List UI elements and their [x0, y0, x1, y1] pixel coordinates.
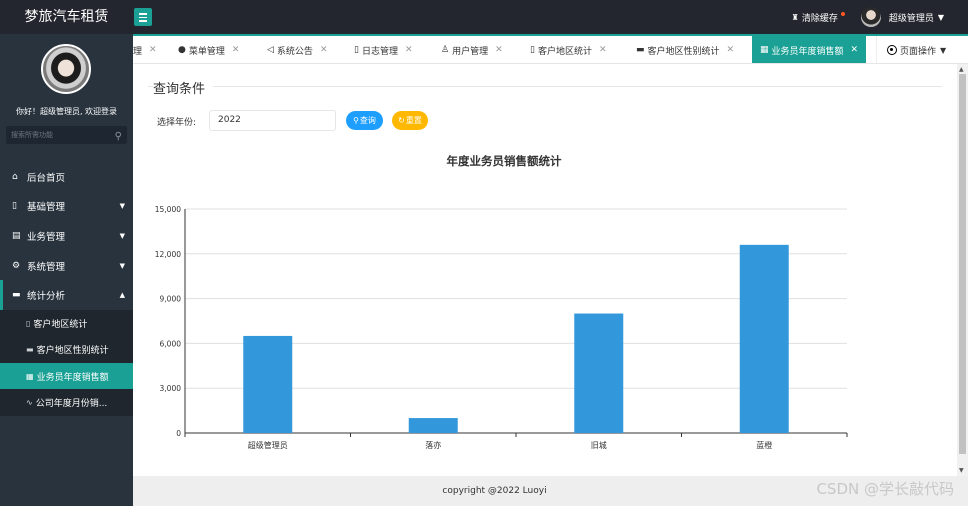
tab-notice[interactable]: ◁ 系统公告 ✕: [267, 36, 328, 63]
file-icon: ▯: [12, 201, 17, 212]
scrollbar[interactable]: ▲ ▼: [957, 64, 968, 476]
pulse-icon: ∿: [26, 398, 33, 408]
chart-x-axis: 超级管理员 落亦 旧城 蓝橙: [184, 433, 848, 450]
avatar[interactable]: [41, 44, 91, 94]
x-tick-label: 超级管理员: [248, 440, 288, 450]
caret-down-icon: ▼: [119, 231, 125, 240]
bar[interactable]: [739, 244, 789, 433]
scroll-down-icon[interactable]: ▼: [959, 467, 964, 474]
reset-button[interactable]: ↻ 重置: [392, 111, 428, 130]
tab-log[interactable]: ▯ 日志管理 ✕: [354, 36, 413, 63]
sidebar-subitem-region-gender[interactable]: ▬ 客户地区性别统计: [0, 336, 133, 363]
close-icon[interactable]: ✕: [232, 45, 240, 55]
keyboard-icon: ▬: [26, 345, 34, 355]
close-icon[interactable]: ✕: [599, 45, 607, 55]
search-icon: ⚲: [114, 131, 122, 142]
doc-icon: ▯: [26, 318, 31, 328]
x-tick-label: 蓝橙: [756, 440, 772, 450]
main-content: 查询条件 选择年份: 2022 ⚲ 查询 ↻ 重置 年度业务员销售额统计 0 3,00…: [133, 64, 957, 476]
caret-up-icon: ▲: [119, 291, 125, 300]
close-icon[interactable]: ✕: [495, 45, 503, 55]
table-icon: ▦: [760, 45, 769, 55]
trash-icon: ♜: [791, 12, 799, 22]
sidebar-subitem-sales[interactable]: ▦ 业务员年度销售额: [0, 362, 133, 390]
speaker-icon: ◁: [267, 45, 274, 55]
caret-down-icon: ▼: [119, 261, 125, 270]
y-tick-label: 9,000: [160, 295, 182, 304]
chart-title: 年度业务员销售额统计: [447, 154, 562, 168]
note-icon: ▯: [354, 45, 359, 55]
close-icon[interactable]: ✕: [405, 45, 413, 55]
welcome-text: 你好！超级管理员, 欢迎登录: [15, 107, 118, 116]
gear-icon: ⚙: [12, 260, 21, 271]
sidebar-item-home[interactable]: ⌂ 后台首页: [0, 162, 133, 192]
caret-down-icon: ▼: [937, 12, 944, 22]
x-tick-label: 旧城: [591, 441, 607, 450]
y-tick-label: 12,000: [155, 250, 181, 259]
doc-icon: ▯: [530, 45, 535, 55]
sidebar-item-business[interactable]: ▤ 业务管理 ▼: [0, 221, 133, 251]
circle-icon: ●: [178, 45, 186, 55]
tab-menu[interactable]: ● 菜单管理 ✕: [178, 36, 240, 63]
statistics-submenu: ▯ 客户地区统计 ▬ 客户地区性别统计 ▦ 业务员年度销售额 ∿ 公司年度月份销…: [0, 309, 133, 416]
notification-dot: [840, 12, 845, 16]
sidebar-subitem-monthly[interactable]: ∿ 公司年度月份销...: [0, 389, 133, 416]
y-tick-label: 15,000: [155, 205, 181, 214]
tab-bar: 理 ✕ ● 菜单管理 ✕ ◁ 系统公告 ✕ ▯ 日志管理 ✕ ♙ 用户管理 ✕ ▯ 客户地…: [133, 34, 968, 64]
fieldset-divider: [148, 86, 942, 87]
watermark: CSDN @学长敲代码: [816, 480, 954, 498]
sidebar-item-statistics[interactable]: ▬ 统计分析 ▲: [0, 280, 133, 310]
scroll-up-icon[interactable]: ▲: [959, 66, 964, 73]
menu-search-input[interactable]: 搜索所需功能 ⚲: [6, 126, 127, 144]
table-icon: ▦: [26, 371, 34, 381]
query-button[interactable]: ⚲ 查询: [346, 111, 383, 130]
top-header: 梦旅汽车租赁 ♜ 清除缓存 超级管理员 ▼: [0, 0, 968, 34]
refresh-icon: ↻: [398, 116, 405, 125]
user-icon: ♙: [441, 45, 450, 55]
home-icon: ⌂: [12, 171, 18, 182]
chart-y-axis: 0 3,000 6,000 9,000 12,000 15,000: [155, 205, 186, 438]
sidebar-item-basic[interactable]: ▯ 基础管理 ▼: [0, 192, 133, 222]
keyboard-icon: ▬: [636, 45, 645, 55]
target-icon: [887, 45, 897, 55]
fieldset-legend: 查询条件: [153, 78, 214, 97]
year-label: 选择年份:: [157, 118, 197, 128]
chart-icon: ▬: [12, 290, 21, 301]
sidebar-item-system[interactable]: ⚙ 系统管理 ▼: [0, 251, 133, 281]
app-title: 梦旅汽车租赁: [24, 9, 109, 25]
caret-down-icon: ▼: [940, 45, 947, 55]
close-icon[interactable]: ✕: [320, 45, 328, 55]
clear-cache-button[interactable]: ♜ 清除缓存: [792, 11, 845, 24]
x-tick-label: 落亦: [425, 440, 441, 450]
y-tick-label: 0: [176, 429, 181, 438]
page-ops-button[interactable]: 页面操作 ▼: [876, 36, 968, 63]
close-icon[interactable]: ✕: [851, 45, 859, 55]
user-menu[interactable]: 超级管理员 ▼: [860, 7, 944, 27]
tab-region[interactable]: ▯ 客户地区统计 ✕: [530, 36, 607, 63]
bar[interactable]: [408, 418, 458, 433]
close-icon[interactable]: ✕: [727, 45, 735, 55]
search-icon: ⚲: [353, 116, 359, 125]
caret-down-icon: ▼: [119, 202, 125, 211]
y-tick-label: 3,000: [160, 384, 182, 393]
sidebar-profile: 你好！超级管理员, 欢迎登录 搜索所需功能 ⚲: [0, 34, 133, 162]
copyright-text: copyright @2022 Luoyi: [442, 486, 547, 496]
tab-sales[interactable]: ▦ 业务员年度销售额 ✕: [752, 36, 867, 63]
bar[interactable]: [243, 335, 293, 433]
year-input[interactable]: 2022: [209, 110, 336, 131]
sidebar: 你好！超级管理员, 欢迎登录 搜索所需功能 ⚲ ⌂ 后台首页 ▯ 基础管理 ▼ …: [0, 34, 133, 506]
bar[interactable]: [574, 313, 624, 433]
tab-partial[interactable]: 理 ✕: [133, 36, 157, 63]
y-tick-label: 6,000: [160, 339, 182, 348]
sales-bar-chart: 年度业务员销售额统计 03,0006,0009,00012,00015,000 …: [155, 154, 848, 450]
chart-bars: [243, 244, 789, 433]
menu-toggle-button[interactable]: [134, 8, 152, 26]
close-icon[interactable]: ✕: [149, 45, 157, 55]
avatar: [860, 7, 881, 27]
tab-user[interactable]: ♙ 用户管理 ✕: [441, 36, 503, 63]
tab-region-gender[interactable]: ▬ 客户地区性别统计 ✕: [636, 36, 735, 63]
scrollbar-thumb[interactable]: [959, 74, 966, 454]
list-icon: ▤: [12, 230, 21, 241]
sidebar-subitem-region[interactable]: ▯ 客户地区统计: [0, 310, 133, 337]
